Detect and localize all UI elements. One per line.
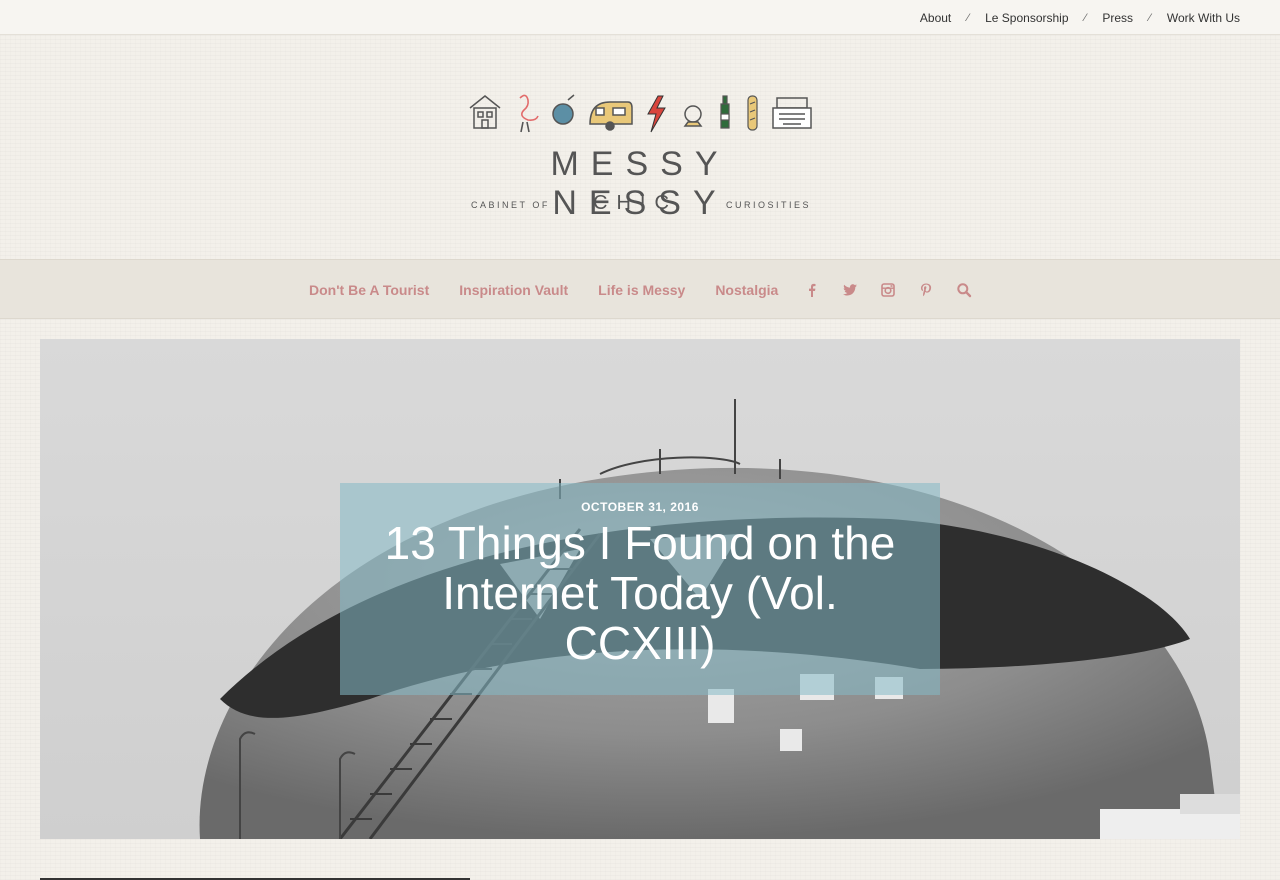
bottle-icon bbox=[720, 95, 730, 129]
main-nav-items: Don't Be A Tourist Inspiration Vault Lif… bbox=[294, 260, 983, 320]
main-nav: Don't Be A Tourist Inspiration Vault Lif… bbox=[0, 259, 1280, 319]
nav-item-life-is-messy[interactable]: Life is Messy bbox=[598, 282, 685, 298]
logo-sub-right: CURIOSITIES bbox=[725, 200, 811, 210]
featured-image[interactable]: OCTOBER 31, 2016 13 Things I Found on th… bbox=[40, 339, 1240, 839]
post-date: OCTOBER 31, 2016 bbox=[581, 500, 699, 514]
top-nav-separator: ⁄ bbox=[1149, 11, 1151, 24]
logo-icon-row bbox=[469, 94, 812, 133]
top-nav: About ⁄ Le Sponsorship ⁄ Press ⁄ Work Wi… bbox=[920, 0, 1240, 35]
logo-sub-mid: CHIC bbox=[593, 192, 678, 214]
top-nav-work-with-us[interactable]: Work With Us bbox=[1167, 11, 1240, 25]
nav-item-inspiration-vault[interactable]: Inspiration Vault bbox=[459, 282, 568, 298]
post-title[interactable]: 13 Things I Found on the Internet Today … bbox=[340, 518, 940, 668]
radio-icon bbox=[552, 94, 575, 125]
top-nav-press[interactable]: Press bbox=[1102, 11, 1133, 25]
house-icon bbox=[469, 95, 501, 129]
top-nav-le-sponsorship[interactable]: Le Sponsorship bbox=[985, 11, 1068, 25]
logo-subtitle: CABINET OF CHIC CURIOSITIES bbox=[465, 192, 815, 218]
top-nav-about[interactable]: About bbox=[920, 11, 951, 25]
top-nav-separator: ⁄ bbox=[1084, 11, 1087, 24]
top-nav-separator: ⁄ bbox=[967, 11, 970, 24]
post-title-box: OCTOBER 31, 2016 13 Things I Found on th… bbox=[340, 483, 940, 695]
caravan-icon bbox=[589, 101, 633, 131]
nav-item-nostalgia[interactable]: Nostalgia bbox=[715, 282, 778, 298]
pinterest-icon[interactable] bbox=[918, 282, 934, 298]
facebook-icon[interactable] bbox=[804, 282, 820, 298]
typewriter-icon bbox=[772, 97, 812, 129]
lightning-icon bbox=[647, 95, 666, 133]
search-icon[interactable] bbox=[956, 282, 972, 298]
top-bar: About ⁄ Le Sponsorship ⁄ Press ⁄ Work Wi… bbox=[0, 0, 1280, 35]
instagram-icon[interactable] bbox=[880, 282, 896, 298]
nav-item-dont-be-a-tourist[interactable]: Don't Be A Tourist bbox=[309, 282, 429, 298]
crystal-ball-icon bbox=[683, 105, 703, 127]
flamingo-icon bbox=[519, 94, 539, 133]
site-logo[interactable]: MESSY NESSY CABINET OF CHIC CURIOSITIES bbox=[465, 90, 815, 222]
twitter-icon[interactable] bbox=[842, 282, 858, 298]
logo-sub-left: CABINET OF bbox=[471, 200, 550, 210]
baguette-icon bbox=[747, 95, 758, 131]
